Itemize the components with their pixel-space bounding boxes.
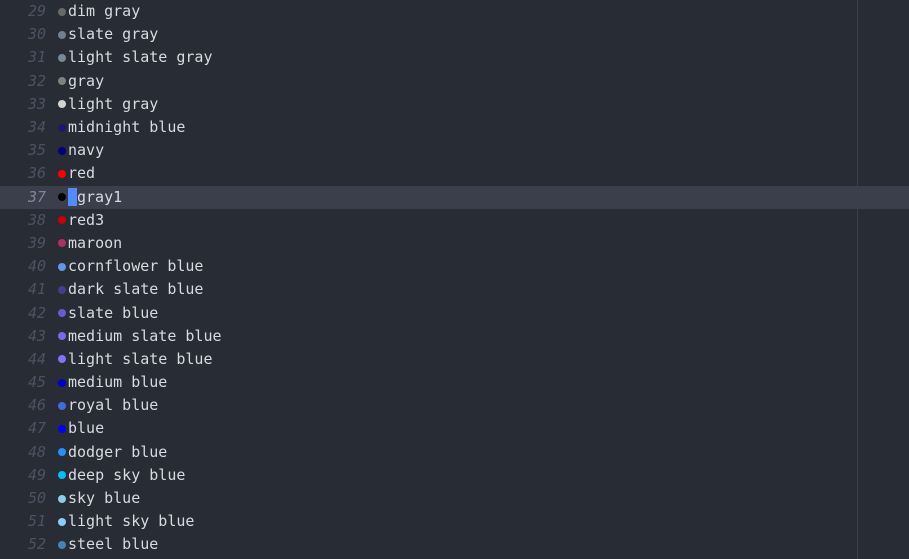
line-number: 29: [0, 0, 58, 23]
line-number: 44: [0, 348, 58, 371]
editor-line[interactable]: 42 slate blue: [0, 301, 909, 324]
text-cursor: [68, 188, 77, 206]
line-number: 30: [0, 23, 58, 46]
editor-line[interactable]: 32 gray: [0, 70, 909, 93]
line-text: midnight blue: [68, 116, 185, 139]
line-text: gray1: [77, 186, 122, 209]
editor-line[interactable]: 43 medium slate blue: [0, 325, 909, 348]
line-text: light sky blue: [68, 510, 194, 533]
line-number: 34: [0, 116, 58, 139]
color-swatch-icon: [58, 170, 66, 178]
editor-line[interactable]: 33 light gray: [0, 93, 909, 116]
line-text: blue: [68, 417, 104, 440]
editor-line[interactable]: 49 deep sky blue: [0, 464, 909, 487]
color-swatch-icon: [58, 263, 66, 271]
line-text: medium blue: [68, 371, 167, 394]
line-text: deep sky blue: [68, 464, 185, 487]
line-number: 35: [0, 139, 58, 162]
line-text: dim gray: [68, 0, 140, 23]
line-text: light gray: [68, 93, 158, 116]
line-number: 47: [0, 417, 58, 440]
line-text: slate gray: [68, 23, 158, 46]
line-number: 36: [0, 162, 58, 185]
editor-line[interactable]: 50 sky blue: [0, 487, 909, 510]
line-text: light slate blue: [68, 348, 213, 371]
editor-line[interactable]: 47 blue: [0, 417, 909, 440]
color-swatch-icon: [58, 379, 66, 387]
line-number: 51: [0, 510, 58, 533]
editor-line[interactable]: 34 midnight blue: [0, 116, 909, 139]
editor-line[interactable]: 40 cornflower blue: [0, 255, 909, 278]
color-swatch-icon: [58, 425, 66, 433]
line-text: royal blue: [68, 394, 158, 417]
line-text: light slate gray: [68, 46, 213, 69]
line-text: gray: [68, 70, 104, 93]
line-number: 40: [0, 255, 58, 278]
color-swatch-icon: [58, 239, 66, 247]
line-text: dark slate blue: [68, 278, 203, 301]
line-text: cornflower blue: [68, 255, 203, 278]
editor-line[interactable]: 39 maroon: [0, 232, 909, 255]
code-editor[interactable]: 29 dim gray 30 slate gray 31 light slate gray…: [0, 0, 909, 559]
line-text: navy: [68, 139, 104, 162]
color-swatch-icon: [58, 541, 66, 549]
line-number: 52: [0, 533, 58, 556]
color-swatch-icon: [58, 448, 66, 456]
color-swatch-icon: [58, 309, 66, 317]
editor-line[interactable]: 51 light sky blue: [0, 510, 909, 533]
line-number: 45: [0, 371, 58, 394]
editor-line[interactable]: 31 light slate gray: [0, 46, 909, 69]
editor-line[interactable]: 29 dim gray: [0, 0, 909, 23]
editor-line[interactable]: 35 navy: [0, 139, 909, 162]
color-swatch-icon: [58, 286, 66, 294]
line-text: red3: [68, 209, 104, 232]
line-number: 46: [0, 394, 58, 417]
line-number: 50: [0, 487, 58, 510]
line-text: slate blue: [68, 302, 158, 325]
color-swatch-icon: [58, 100, 66, 108]
color-swatch-icon: [58, 355, 66, 363]
line-number: 39: [0, 232, 58, 255]
line-text: dodger blue: [68, 441, 167, 464]
editor-line[interactable]: 30 slate gray: [0, 23, 909, 46]
line-text: medium slate blue: [68, 325, 222, 348]
editor-line[interactable]: 45 medium blue: [0, 371, 909, 394]
editor-line[interactable]: 41 dark slate blue: [0, 278, 909, 301]
color-swatch-icon: [58, 216, 66, 224]
line-number: 38: [0, 209, 58, 232]
line-number: 31: [0, 46, 58, 69]
color-swatch-icon: [58, 124, 66, 132]
color-swatch-icon: [58, 147, 66, 155]
line-text: maroon: [68, 232, 122, 255]
line-number: 43: [0, 325, 58, 348]
line-text: sky blue: [68, 487, 140, 510]
color-swatch-icon: [58, 518, 66, 526]
color-swatch-icon: [58, 8, 66, 16]
editor-line[interactable]: 52 steel blue: [0, 533, 909, 556]
line-number: 48: [0, 441, 58, 464]
editor-line[interactable]: 44 light slate blue: [0, 348, 909, 371]
color-swatch-icon: [58, 193, 66, 201]
line-number: 41: [0, 278, 58, 301]
color-swatch-icon: [58, 54, 66, 62]
editor-line[interactable]: 46 royal blue: [0, 394, 909, 417]
color-swatch-icon: [58, 77, 66, 85]
line-number: 33: [0, 93, 58, 116]
column-ruler: [857, 0, 858, 559]
color-swatch-icon: [58, 471, 66, 479]
editor-line[interactable]: 38 red3: [0, 209, 909, 232]
color-swatch-icon: [58, 31, 66, 39]
line-number: 32: [0, 70, 58, 93]
line-number: 49: [0, 464, 58, 487]
line-number: 37: [0, 186, 58, 209]
editor-line[interactable]: 36 red: [0, 162, 909, 185]
line-text: steel blue: [68, 533, 158, 556]
color-swatch-icon: [58, 495, 66, 503]
editor-line[interactable]: 37 gray1: [0, 186, 909, 209]
line-number: 42: [0, 302, 58, 325]
line-text: red: [68, 162, 95, 185]
color-swatch-icon: [58, 402, 66, 410]
color-swatch-icon: [58, 332, 66, 340]
editor-line[interactable]: 48 dodger blue: [0, 441, 909, 464]
